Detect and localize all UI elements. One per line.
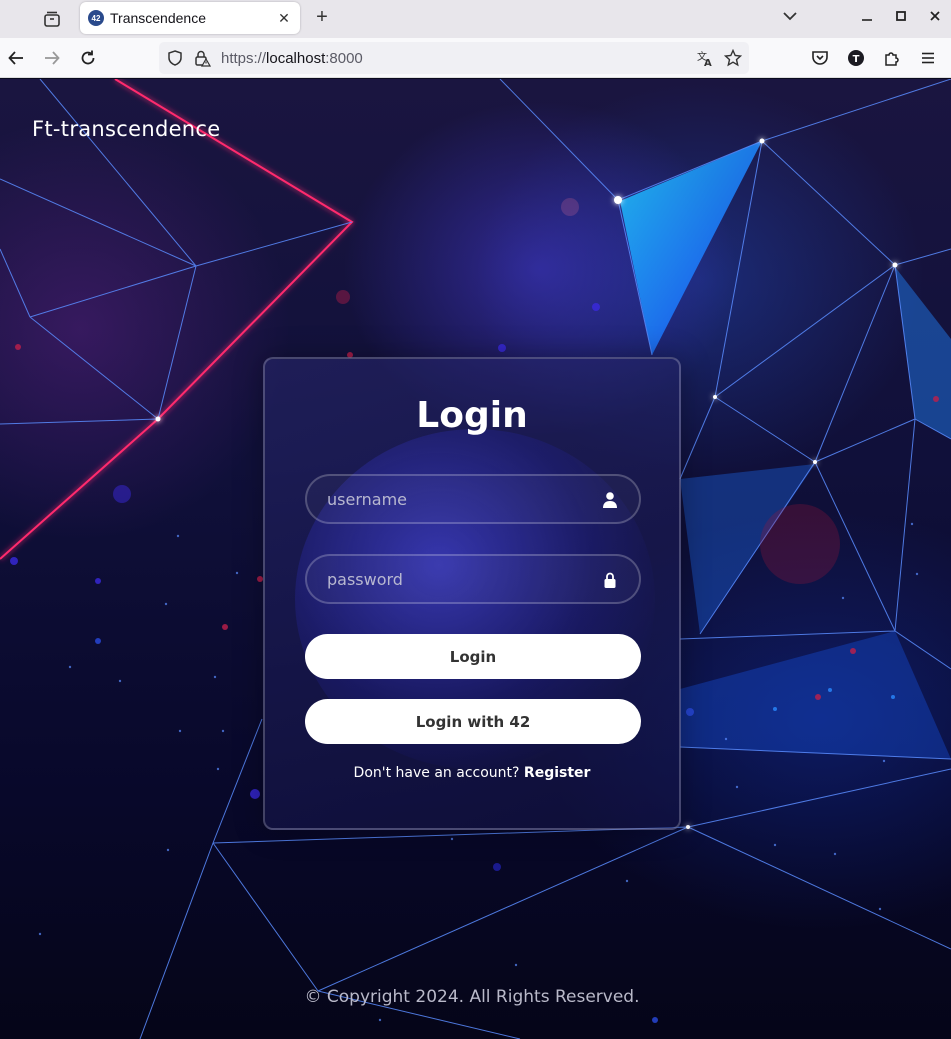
register-prompt: Don't have an account? Register: [265, 765, 679, 781]
translate-icon[interactable]: 文A: [696, 49, 714, 72]
register-link[interactable]: Register: [524, 765, 591, 781]
bookmark-star-icon[interactable]: [723, 48, 743, 72]
login-with-42-button[interactable]: Login with 42: [305, 699, 641, 744]
back-icon[interactable]: [5, 47, 27, 69]
username-field: [305, 474, 641, 524]
username-input[interactable]: [307, 476, 639, 522]
browser-tab[interactable]: 42 Transcendence ✕: [80, 2, 300, 34]
user-icon: [601, 491, 619, 509]
svg-text:A: A: [704, 58, 712, 67]
svg-text:T: T: [853, 54, 860, 65]
account-avatar-icon[interactable]: T: [845, 47, 867, 69]
url-bar[interactable]: https://localhost:8000 文A: [159, 42, 749, 74]
no-account-text: Don't have an account?: [353, 765, 520, 781]
pocket-icon[interactable]: [809, 47, 831, 69]
new-tab-icon[interactable]: +: [311, 6, 333, 28]
reload-icon[interactable]: [77, 47, 99, 69]
shield-icon[interactable]: [167, 50, 183, 71]
browser-nav-bar: https://localhost:8000 文A T: [0, 38, 951, 78]
url-text[interactable]: https://localhost:8000: [221, 50, 363, 67]
tab-title: Transcendence: [110, 10, 206, 26]
password-input[interactable]: [307, 556, 639, 602]
page-viewport: Ft-transcendence Login Login Login with …: [0, 79, 951, 1039]
extensions-icon[interactable]: [881, 47, 903, 69]
menu-icon[interactable]: [917, 47, 939, 69]
tab-list-icon[interactable]: [38, 6, 66, 32]
close-tab-icon[interactable]: ✕: [276, 10, 292, 26]
chevron-down-icon[interactable]: [780, 6, 800, 26]
login-title: Login: [416, 395, 528, 436]
maximize-icon[interactable]: [891, 6, 911, 26]
login-card: Login Login Login with 42 Don't have an …: [263, 357, 681, 830]
forward-icon[interactable]: [41, 47, 63, 69]
close-window-icon[interactable]: [925, 6, 945, 26]
favicon-icon: 42: [88, 10, 104, 26]
minimize-icon[interactable]: [857, 6, 877, 26]
password-field: [305, 554, 641, 604]
browser-tab-bar: 42 Transcendence ✕ +: [0, 0, 951, 38]
lock-icon: [601, 571, 619, 589]
lock-warning-icon[interactable]: [193, 49, 212, 72]
login-button[interactable]: Login: [305, 634, 641, 679]
brand-title[interactable]: Ft-transcendence: [32, 117, 220, 141]
copyright-footer: © Copyright 2024. All Rights Reserved.: [304, 987, 640, 1007]
